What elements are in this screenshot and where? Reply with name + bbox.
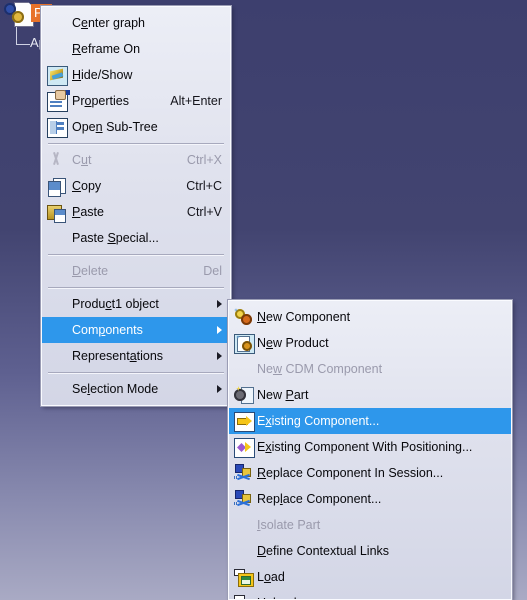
menu-item-selection-mode[interactable]: Selection Mode xyxy=(42,376,230,402)
menu-item-label: Paste xyxy=(72,205,104,219)
menu-item-label: Define Contextual Links xyxy=(257,544,390,558)
menu-item-label: Existing Component... xyxy=(257,414,380,428)
tree-branch-horizontal xyxy=(16,44,30,45)
menu-item-shortcut: Ctrl+X xyxy=(186,153,222,167)
menu-separator xyxy=(48,254,224,255)
tree-branch-vertical xyxy=(16,27,17,45)
no-icon xyxy=(44,318,70,342)
existing-component-positioning-icon xyxy=(231,435,257,459)
replace-component-icon xyxy=(231,461,257,485)
load-icon xyxy=(231,565,257,589)
menu-item-label: Components xyxy=(72,323,143,337)
no-icon xyxy=(44,226,70,250)
menu-item-label: Open Sub-Tree xyxy=(72,120,158,134)
menu-item-shortcut: Ctrl+V xyxy=(186,205,222,219)
menu-item-center-graph[interactable]: Center graph xyxy=(42,10,230,36)
menu-item-representations[interactable]: Representations xyxy=(42,343,230,369)
menu-item-label: Replace Component In Session... xyxy=(257,466,444,480)
menu-item-label: Load xyxy=(257,570,285,584)
menu-item-label: Isolate Part xyxy=(257,518,321,532)
menu-item-label: Reframe On xyxy=(72,42,141,56)
menu-item-label: Existing Component With Positioning... xyxy=(257,440,473,454)
paste-icon xyxy=(44,200,70,224)
submenu-arrow-icon xyxy=(217,385,222,393)
no-icon xyxy=(44,377,70,401)
submenu-arrow-icon xyxy=(217,326,222,334)
menu-item-open-sub-tree[interactable]: Open Sub-Tree xyxy=(42,114,230,140)
new-product-icon xyxy=(231,331,257,355)
menu-item-new-component[interactable]: New Component xyxy=(229,304,511,330)
menu-item-label: Selection Mode xyxy=(72,382,159,396)
menu-item-label: Copy xyxy=(72,179,102,193)
menu-item-new-part[interactable]: New Part xyxy=(229,382,511,408)
menu-item-label: Replace Component... xyxy=(257,492,382,506)
menu-item-label: Center graph xyxy=(72,16,145,30)
menu-item-label: Representations xyxy=(72,349,164,363)
new-component-icon xyxy=(231,305,257,329)
menu-item-cut: Cut Ctrl+X xyxy=(42,147,230,173)
copy-icon xyxy=(44,174,70,198)
menu-item-copy[interactable]: Copy Ctrl+C xyxy=(42,173,230,199)
menu-item-new-product[interactable]: New Product xyxy=(229,330,511,356)
no-icon xyxy=(231,513,257,537)
menu-item-label: New Component xyxy=(257,310,351,324)
no-icon xyxy=(44,37,70,61)
menu-item-paste-special[interactable]: Paste Special... xyxy=(42,225,230,251)
menu-separator xyxy=(48,143,224,144)
menu-item-shortcut: Del xyxy=(203,264,222,278)
menu-item-label: Unload xyxy=(257,596,503,599)
menu-item-shortcut: Alt+Enter xyxy=(170,94,222,108)
submenu-arrow-icon xyxy=(217,352,222,360)
menu-item-shortcut: Ctrl+C xyxy=(186,179,222,193)
open-sub-tree-icon xyxy=(44,115,70,139)
cut-icon xyxy=(44,148,70,172)
menu-item-label: Cut xyxy=(72,153,92,167)
replace-component-icon xyxy=(231,487,257,511)
no-icon xyxy=(44,344,70,368)
menu-item-unload[interactable]: Unload xyxy=(229,590,511,599)
product-gear-icon xyxy=(4,2,34,28)
no-icon xyxy=(44,292,70,316)
menu-item-define-contextual-links[interactable]: Define Contextual Links xyxy=(229,538,511,564)
no-icon xyxy=(44,11,70,35)
menu-item-new-cdm-component: New CDM Component xyxy=(229,356,511,382)
menu-item-label: New Part xyxy=(257,388,309,402)
menu-item-isolate-part: Isolate Part xyxy=(229,512,511,538)
menu-item-label: Delete xyxy=(72,264,109,278)
menu-separator xyxy=(48,287,224,288)
components-submenu[interactable]: New Component New Product New CDM Componen… xyxy=(227,299,513,600)
new-part-icon xyxy=(231,383,257,407)
no-icon xyxy=(44,259,70,283)
menu-item-hide-show[interactable]: Hide/Show xyxy=(42,62,230,88)
menu-item-reframe-on[interactable]: Reframe On xyxy=(42,36,230,62)
no-icon xyxy=(231,357,257,381)
unload-icon xyxy=(231,591,257,599)
menu-item-load[interactable]: Load xyxy=(229,564,511,590)
menu-item-existing-component-with-positioning[interactable]: Existing Component With Positioning... xyxy=(229,434,511,460)
menu-item-existing-component[interactable]: Existing Component... xyxy=(229,408,511,434)
menu-item-label: Hide/Show xyxy=(72,68,133,82)
menu-item-properties[interactable]: Properties Alt+Enter xyxy=(42,88,230,114)
menu-item-replace-component[interactable]: Replace Component... xyxy=(229,486,511,512)
menu-item-label: Properties xyxy=(72,94,129,108)
menu-item-components[interactable]: Components xyxy=(42,317,230,343)
product-context-menu[interactable]: Center graph Reframe On Hide/Show Propertie… xyxy=(40,5,232,407)
no-icon xyxy=(231,539,257,563)
menu-item-delete: Delete Del xyxy=(42,258,230,284)
properties-icon xyxy=(44,89,70,113)
menu-item-replace-component-in-session[interactable]: Replace Component In Session... xyxy=(229,460,511,486)
hide-show-icon xyxy=(44,63,70,87)
submenu-arrow-icon xyxy=(217,300,222,308)
menu-item-product1-object[interactable]: Product1 object xyxy=(42,291,230,317)
menu-item-label: Product1 object xyxy=(72,297,159,311)
menu-item-label: Paste Special... xyxy=(72,231,159,245)
menu-separator xyxy=(48,372,224,373)
menu-item-label: New Product xyxy=(257,336,329,350)
existing-component-icon xyxy=(231,409,257,433)
menu-item-label: New CDM Component xyxy=(257,362,383,376)
menu-item-paste[interactable]: Paste Ctrl+V xyxy=(42,199,230,225)
